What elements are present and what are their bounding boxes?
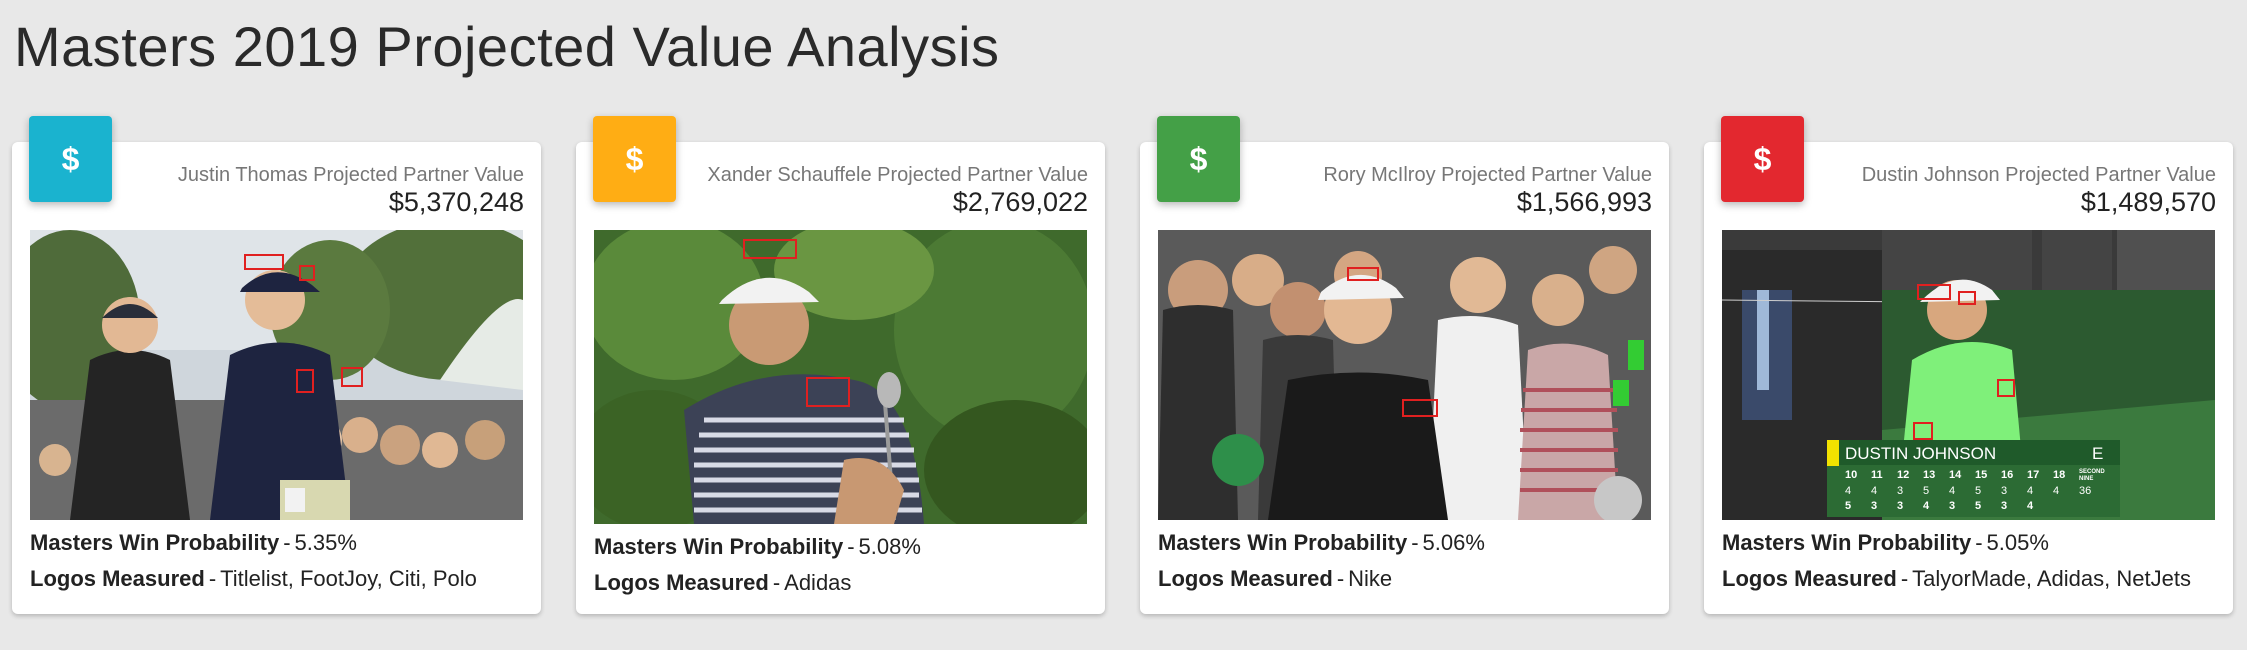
hole-score: 5: [1975, 500, 1982, 512]
par-value: 4: [1949, 485, 1956, 497]
hole-number: 14: [1949, 469, 1962, 481]
dollar-badge: $: [29, 116, 112, 202]
dollar-badge: $: [593, 116, 676, 202]
projected-value-amount: $1,489,570: [2080, 187, 2216, 217]
player-photo: DUSTIN JOHNSON E 10 11 12 13 14 15 16 17…: [1722, 230, 2215, 520]
scoreboard-holes: 10 11 12 13 14 15 16 17 18 SECOND NINE: [1845, 469, 2120, 483]
player-photo: [30, 230, 523, 520]
win-probability-label: Masters Win Probability: [594, 534, 844, 559]
win-probability: Masters Win Probability -5.35%: [30, 530, 357, 555]
player-card[interactable]: $ Justin Thomas Projected Partner Value …: [12, 116, 541, 614]
scoreboard-score-row: 5 3 3 4 3 5 3 4: [1845, 500, 2120, 512]
par-value: 5: [1923, 485, 1930, 497]
dollar-icon: $: [1189, 140, 1208, 177]
win-probability-label: Masters Win Probability: [1722, 530, 1972, 555]
hole-score: 4: [1923, 500, 1930, 512]
hole-number: 10: [1845, 469, 1858, 481]
hole-number: 12: [1897, 469, 1910, 481]
projected-value-amount: $2,769,022: [952, 187, 1088, 217]
win-probability-value: 5.35%: [294, 530, 357, 555]
par-value: 4: [1871, 485, 1878, 497]
logos-measured: Logos Measured - Titlelist, FootJoy, Citi,…: [30, 566, 477, 591]
scoreboard-score: E: [2092, 444, 2104, 463]
logos-measured-label: Logos Measured: [30, 566, 205, 591]
logos-measured-value: Nike: [1348, 566, 1393, 591]
hole-number: 11: [1871, 469, 1883, 481]
hole-number: 16: [2001, 469, 2014, 481]
scoreboard-player-name: DUSTIN JOHNSON: [1845, 444, 1997, 463]
hole-score: 3: [1871, 500, 1878, 512]
win-probability-label: Masters Win Probability: [30, 530, 280, 555]
player-card[interactable]: $ Rory McIlroy Projected Partner Value $…: [1140, 116, 1669, 614]
second-nine-label: SECOND NINE: [2079, 469, 2105, 482]
win-probability-value: 5.08%: [858, 534, 921, 559]
logos-measured-value: Titlelist, FootJoy, Citi, Polo: [220, 566, 477, 591]
logos-measured-value: Adidas: [784, 570, 852, 595]
par-total: 36: [2079, 485, 2092, 497]
hole-number: 15: [1975, 469, 1988, 481]
dollar-icon: $: [61, 140, 80, 177]
projected-value-amount: $1,566,993: [1516, 187, 1652, 217]
hole-score: 4: [2027, 500, 2034, 512]
win-probability-value: 5.06%: [1422, 530, 1485, 555]
logos-measured-label: Logos Measured: [1158, 566, 1333, 591]
projected-value-amount: $5,370,248: [388, 187, 524, 217]
dollar-badge: $: [1721, 116, 1804, 202]
projected-value-label: Rory McIlroy Projected Partner Value: [1323, 164, 1652, 186]
win-probability: Masters Win Probability -5.05%: [1722, 530, 2049, 555]
hole-score: 3: [2001, 500, 2008, 512]
par-value: 5: [1975, 485, 1982, 497]
projected-value-label: Xander Schauffele Projected Partner Valu…: [707, 164, 1088, 186]
player-cards: $ Justin Thomas Projected Partner Value …: [12, 116, 2234, 616]
par-value: 4: [1845, 485, 1852, 497]
hole-number: 18: [2053, 469, 2066, 481]
win-probability-value: 5.05%: [1986, 530, 2049, 555]
win-probability: Masters Win Probability -5.08%: [594, 534, 921, 559]
par-value: 4: [2027, 485, 2034, 497]
scoreboard: DUSTIN JOHNSON E 10 11 12 13 14 15 16 17…: [1827, 441, 2120, 517]
win-probability: Masters Win Probability -5.06%: [1158, 530, 1485, 555]
dollar-icon: $: [625, 140, 644, 177]
hole-score: 3: [1897, 500, 1904, 512]
par-value: 4: [2053, 485, 2060, 497]
player-photo: [1158, 230, 1651, 520]
par-value: 3: [1897, 485, 1904, 497]
projected-value-label: Dustin Johnson Projected Partner Value: [1861, 164, 2216, 186]
logos-measured-label: Logos Measured: [1722, 566, 1897, 591]
dollar-icon: $: [1753, 140, 1772, 177]
player-card[interactable]: $ Xander Schauffele Projected Partner Va…: [576, 116, 1105, 614]
logos-measured-value: TalyorMade, Adidas, NetJets: [1912, 566, 2191, 591]
logos-measured: Logos Measured - Nike: [1158, 566, 1393, 591]
par-value: 3: [2001, 485, 2008, 497]
hole-number: 17: [2027, 469, 2040, 481]
logos-measured: Logos Measured - TalyorMade, Adidas, NetJe…: [1722, 566, 2191, 591]
logos-measured-label: Logos Measured: [594, 570, 769, 595]
scoreboard-par-row: 4 4 3 5 4 5 3 4 4 36: [1845, 485, 2120, 497]
projected-value-label: Justin Thomas Projected Partner Value: [177, 164, 524, 186]
win-probability-label: Masters Win Probability: [1158, 530, 1408, 555]
hole-score: 5: [1845, 500, 1852, 512]
player-photo: [594, 230, 1087, 524]
page-title: Masters 2019 Projected Value Analysis: [14, 15, 1000, 78]
player-card[interactable]: $ Dustin Johnson Projected Partner Value…: [1704, 116, 2233, 614]
hole-number: 13: [1923, 469, 1936, 481]
logos-measured: Logos Measured - Adidas: [594, 570, 852, 595]
dollar-badge: $: [1157, 116, 1240, 202]
hole-score: 3: [1949, 500, 1956, 512]
